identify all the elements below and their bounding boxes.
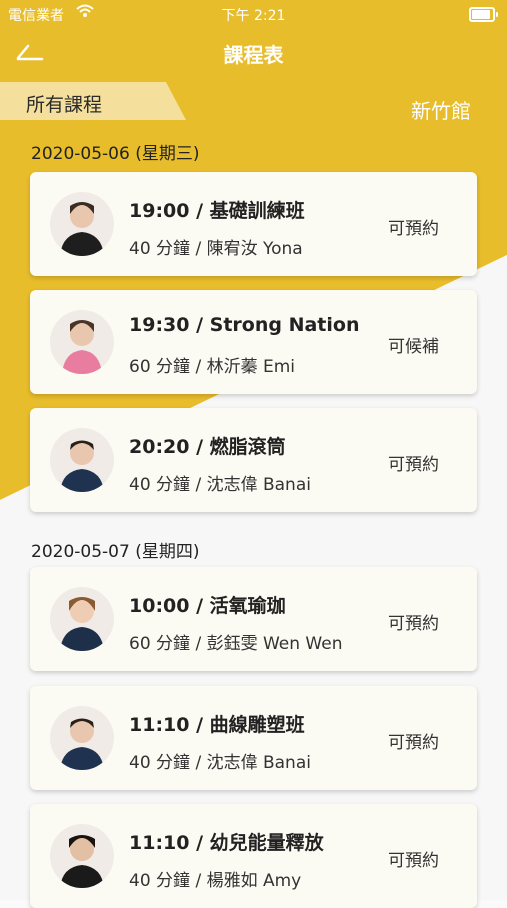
battery-icon xyxy=(469,7,498,22)
class-title: 19:00 / 基礎訓練班 xyxy=(129,200,305,222)
class-detail: 60 分鐘 / 彭鈺雯 Wen Wen xyxy=(129,634,343,654)
class-title: 11:10 / 曲線雕塑班 xyxy=(129,714,305,736)
booking-status: 可預約 xyxy=(388,851,439,871)
avatar xyxy=(50,824,114,888)
class-card[interactable]: 20:20 / 燃脂滾筒 40 分鐘 / 沈志偉 Banai 可預約 xyxy=(30,408,477,512)
avatar xyxy=(50,428,114,492)
avatar xyxy=(50,192,114,256)
avatar xyxy=(50,706,114,770)
branch-selector[interactable]: 新竹館 xyxy=(411,95,471,124)
class-title: 11:10 / 幼兒能量釋放 xyxy=(129,832,324,854)
booking-status: 可預約 xyxy=(388,733,439,753)
course-filter-label: 所有課程 xyxy=(26,94,103,116)
page-title: 課程表 xyxy=(223,43,284,67)
class-card[interactable]: 11:10 / 幼兒能量釋放 40 分鐘 / 楊雅如 Amy 可預約 xyxy=(30,804,477,908)
navigation-bar: 課程表 xyxy=(0,28,507,76)
booking-status: 可預約 xyxy=(388,219,439,239)
course-filter-tab[interactable]: 所有課程 xyxy=(0,82,186,120)
class-detail: 40 分鐘 / 楊雅如 Amy xyxy=(129,871,302,891)
class-title: 20:20 / 燃脂滾筒 xyxy=(129,436,286,458)
booking-status: 可候補 xyxy=(388,337,439,357)
class-card[interactable]: 11:10 / 曲線雕塑班 40 分鐘 / 沈志偉 Banai 可預約 xyxy=(30,686,477,790)
class-detail: 40 分鐘 / 沈志偉 Banai xyxy=(129,475,311,495)
avatar xyxy=(50,587,114,651)
status-bar: 電信業者 下午 2:21 xyxy=(0,0,507,28)
class-card[interactable]: 19:30 / Strong Nation 60 分鐘 / 林沂蓁 Emi 可候… xyxy=(30,290,477,394)
avatar xyxy=(50,310,114,374)
booking-status: 可預約 xyxy=(388,455,439,475)
status-time: 下午 2:21 xyxy=(221,8,286,24)
class-card[interactable]: 10:00 / 活氧瑜珈 60 分鐘 / 彭鈺雯 Wen Wen 可預約 xyxy=(30,567,477,671)
class-card[interactable]: 19:00 / 基礎訓練班 40 分鐘 / 陳宥汝 Yona 可預約 xyxy=(30,172,477,276)
class-title: 10:00 / 活氧瑜珈 xyxy=(129,595,286,617)
date-heading: 2020-05-07 (星期四) xyxy=(31,542,200,562)
class-title: 19:30 / Strong Nation xyxy=(129,314,360,336)
date-heading: 2020-05-06 (星期三) xyxy=(31,144,200,164)
booking-status: 可預約 xyxy=(388,614,439,634)
class-detail: 60 分鐘 / 林沂蓁 Emi xyxy=(129,357,295,377)
class-detail: 40 分鐘 / 沈志偉 Banai xyxy=(129,753,311,773)
class-detail: 40 分鐘 / 陳宥汝 Yona xyxy=(129,239,303,259)
